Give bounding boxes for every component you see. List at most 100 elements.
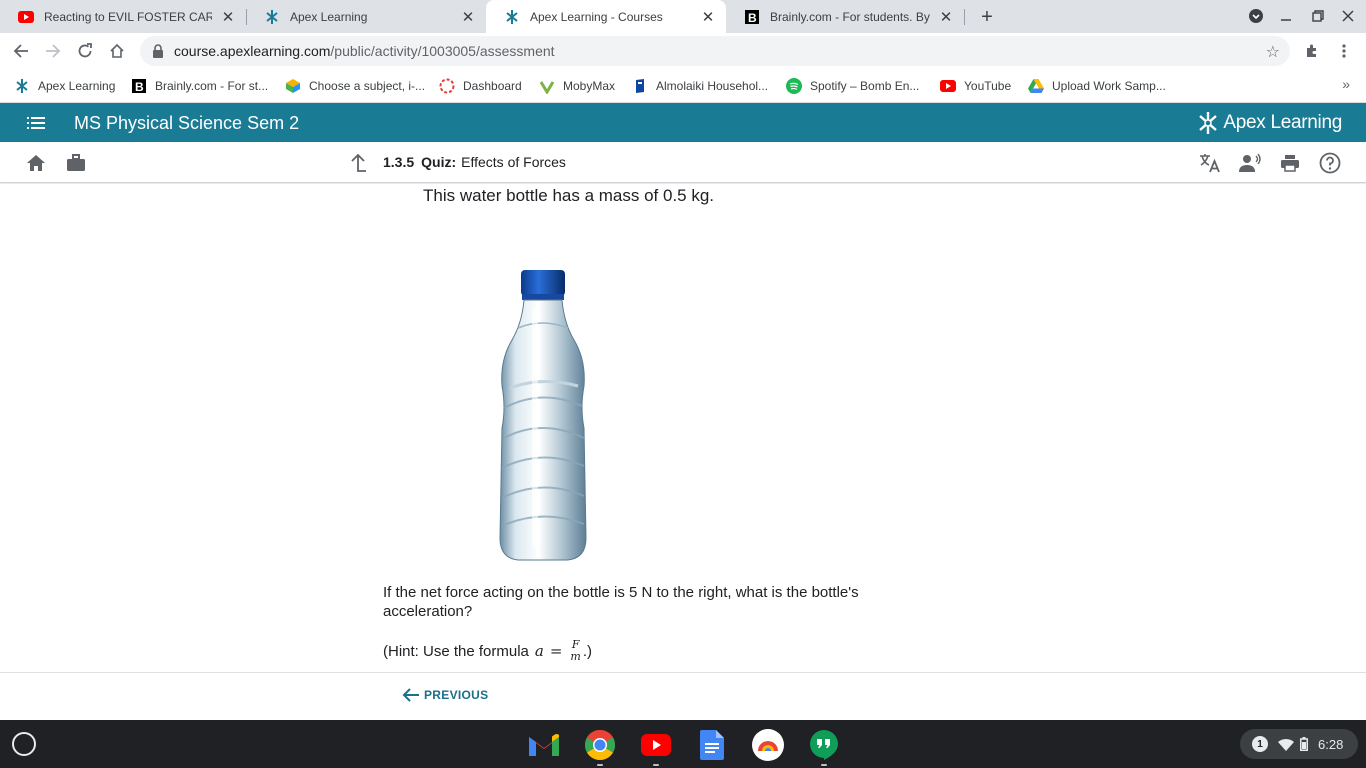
svg-text:B: B [135, 80, 144, 93]
url-text: course.apexlearning.com/public/activity/… [174, 43, 555, 59]
tab-apex[interactable]: Apex Learning ✕ [246, 0, 486, 33]
minimize-icon[interactable] [1277, 7, 1295, 25]
tab-title: Brainly.com - For students. By st [770, 9, 930, 24]
more-bookmarks-icon[interactable]: » [1342, 76, 1350, 92]
question-content: This water bottle has a mass of 0.5 kg. [0, 184, 1366, 672]
launcher-icon[interactable] [12, 732, 36, 756]
bookmark-brainly[interactable]: B Brainly.com - For st... [131, 76, 268, 96]
running-indicator [653, 764, 659, 766]
help-icon[interactable] [1319, 152, 1341, 174]
apex-icon [264, 9, 280, 25]
photos-icon[interactable] [751, 728, 785, 762]
youtube-icon[interactable] [639, 728, 673, 762]
url-path: /public/activity/1003005/assessment [330, 43, 555, 59]
running-indicator [597, 764, 603, 766]
tab-title: Apex Learning - Courses [530, 9, 663, 24]
hint-suffix: .) [582, 642, 593, 660]
bookmark-label: Apex Learning [38, 79, 116, 93]
activity-breadcrumb: 1.3.5 Quiz: Effects of Forces [383, 154, 566, 170]
drive-icon [1028, 78, 1044, 94]
reload-icon[interactable] [75, 41, 95, 61]
mobymax-icon [539, 78, 555, 94]
bookmark-almolaiki[interactable]: Almolaiki Househol... [632, 76, 768, 96]
tab-title: Apex Learning [290, 9, 368, 24]
url-host: course.apexlearning.com [174, 43, 331, 59]
hangouts-icon[interactable] [807, 728, 841, 762]
brainly-icon: B [131, 78, 147, 94]
lock-icon[interactable] [152, 44, 166, 58]
extensions-icon[interactable] [1302, 41, 1322, 61]
tab-search-icon[interactable] [1247, 7, 1265, 25]
quiz-footer: PREVIOUS [0, 672, 1366, 720]
activity-type: Quiz: [421, 154, 457, 170]
question-lead: This water bottle has a mass of 0.5 kg. [423, 186, 715, 205]
arrow-left-icon [402, 688, 419, 702]
status-tray[interactable]: 1 6:28 [1240, 729, 1358, 759]
home-icon[interactable] [25, 152, 47, 174]
youtube-icon [940, 78, 956, 94]
bookmark-icon [632, 78, 648, 94]
close-icon[interactable]: ✕ [700, 9, 716, 26]
docs-icon[interactable] [695, 728, 729, 762]
brand-name: Apex Learning [1223, 112, 1342, 133]
close-icon[interactable]: ✕ [938, 9, 954, 26]
close-icon[interactable]: ✕ [220, 9, 236, 26]
bookmark-label: Upload Work Samp... [1052, 79, 1166, 93]
print-icon[interactable] [1279, 152, 1301, 174]
gmail-icon[interactable] [527, 728, 561, 762]
address-bar[interactable]: course.apexlearning.com/public/activity/… [140, 36, 1290, 66]
bookmark-spotify[interactable]: Spotify – Bomb En... [786, 76, 919, 96]
up-arrow-icon[interactable] [347, 152, 369, 174]
tab-youtube[interactable]: Reacting to EVIL FOSTER CARE M ✕ [0, 0, 246, 33]
bookmark-star-icon[interactable]: ☆ [1266, 42, 1280, 62]
screen: Reacting to EVIL FOSTER CARE M ✕ Apex Le… [0, 0, 1366, 768]
tab-title: Reacting to EVIL FOSTER CARE M [44, 9, 212, 24]
bookmark-youtube[interactable]: YouTube [940, 76, 1011, 96]
formula-variable: a [534, 642, 544, 660]
bookmark-label: Dashboard [463, 79, 522, 93]
bookmarks-bar: Apex Learning B Brainly.com - For st... … [0, 69, 1366, 103]
bookmark-dashboard[interactable]: Dashboard [439, 76, 522, 96]
apex-logo[interactable]: Apex Learning [1197, 111, 1342, 135]
restore-icon[interactable] [1309, 7, 1327, 25]
tab-apex-courses[interactable]: Apex Learning - Courses ✕ [486, 0, 726, 33]
activity-number: 1.3.5 [383, 154, 415, 170]
previous-button[interactable]: PREVIOUS [402, 687, 488, 703]
dashboard-icon [439, 78, 455, 94]
tab-brainly[interactable]: B Brainly.com - For students. By st ✕ [726, 0, 964, 33]
more-menu-icon[interactable] [1334, 41, 1354, 61]
briefcase-icon[interactable] [65, 152, 87, 174]
menu-icon[interactable] [26, 113, 46, 133]
bookmark-upload-work[interactable]: Upload Work Samp... [1028, 76, 1166, 96]
apex-icon [14, 78, 30, 94]
back-icon[interactable] [11, 41, 31, 61]
bookmark-label: Spotify – Bomb En... [810, 79, 920, 93]
apex-logo-icon [1199, 112, 1218, 134]
read-aloud-icon[interactable] [1239, 152, 1261, 174]
bookmark-choose-subject[interactable]: Choose a subject, i-... [285, 76, 425, 96]
bookmark-label: Almolaiki Househol... [656, 79, 769, 93]
tab-separator [964, 9, 965, 25]
running-indicator [821, 764, 827, 766]
forward-icon[interactable] [43, 41, 63, 61]
new-tab-icon[interactable]: + [976, 6, 998, 28]
bookmark-label: Brainly.com - For st... [155, 79, 269, 93]
svg-text:B: B [748, 11, 757, 24]
course-header: MS Physical Science Sem 2 Apex Learning [0, 103, 1366, 142]
translate-icon[interactable] [1199, 152, 1221, 174]
bookmark-apex-learning[interactable]: Apex Learning [14, 76, 115, 96]
course-title: MS Physical Science Sem 2 [74, 113, 300, 133]
cube-icon [285, 78, 301, 94]
browser-toolbar: course.apexlearning.com/public/activity/… [0, 33, 1366, 69]
window-close-icon[interactable] [1339, 7, 1357, 25]
bookmark-label: YouTube [964, 79, 1012, 93]
spotify-icon [786, 78, 802, 94]
bookmark-label: Choose a subject, i-... [309, 79, 426, 93]
close-icon[interactable]: ✕ [460, 9, 476, 26]
bookmark-mobymax[interactable]: MobyMax [539, 76, 615, 96]
chrome-icon[interactable] [583, 728, 617, 762]
home-icon[interactable] [107, 41, 127, 61]
activity-title: Effects of Forces [461, 154, 566, 170]
previous-label: PREVIOUS [424, 688, 489, 702]
bookmark-label: MobyMax [563, 79, 616, 93]
